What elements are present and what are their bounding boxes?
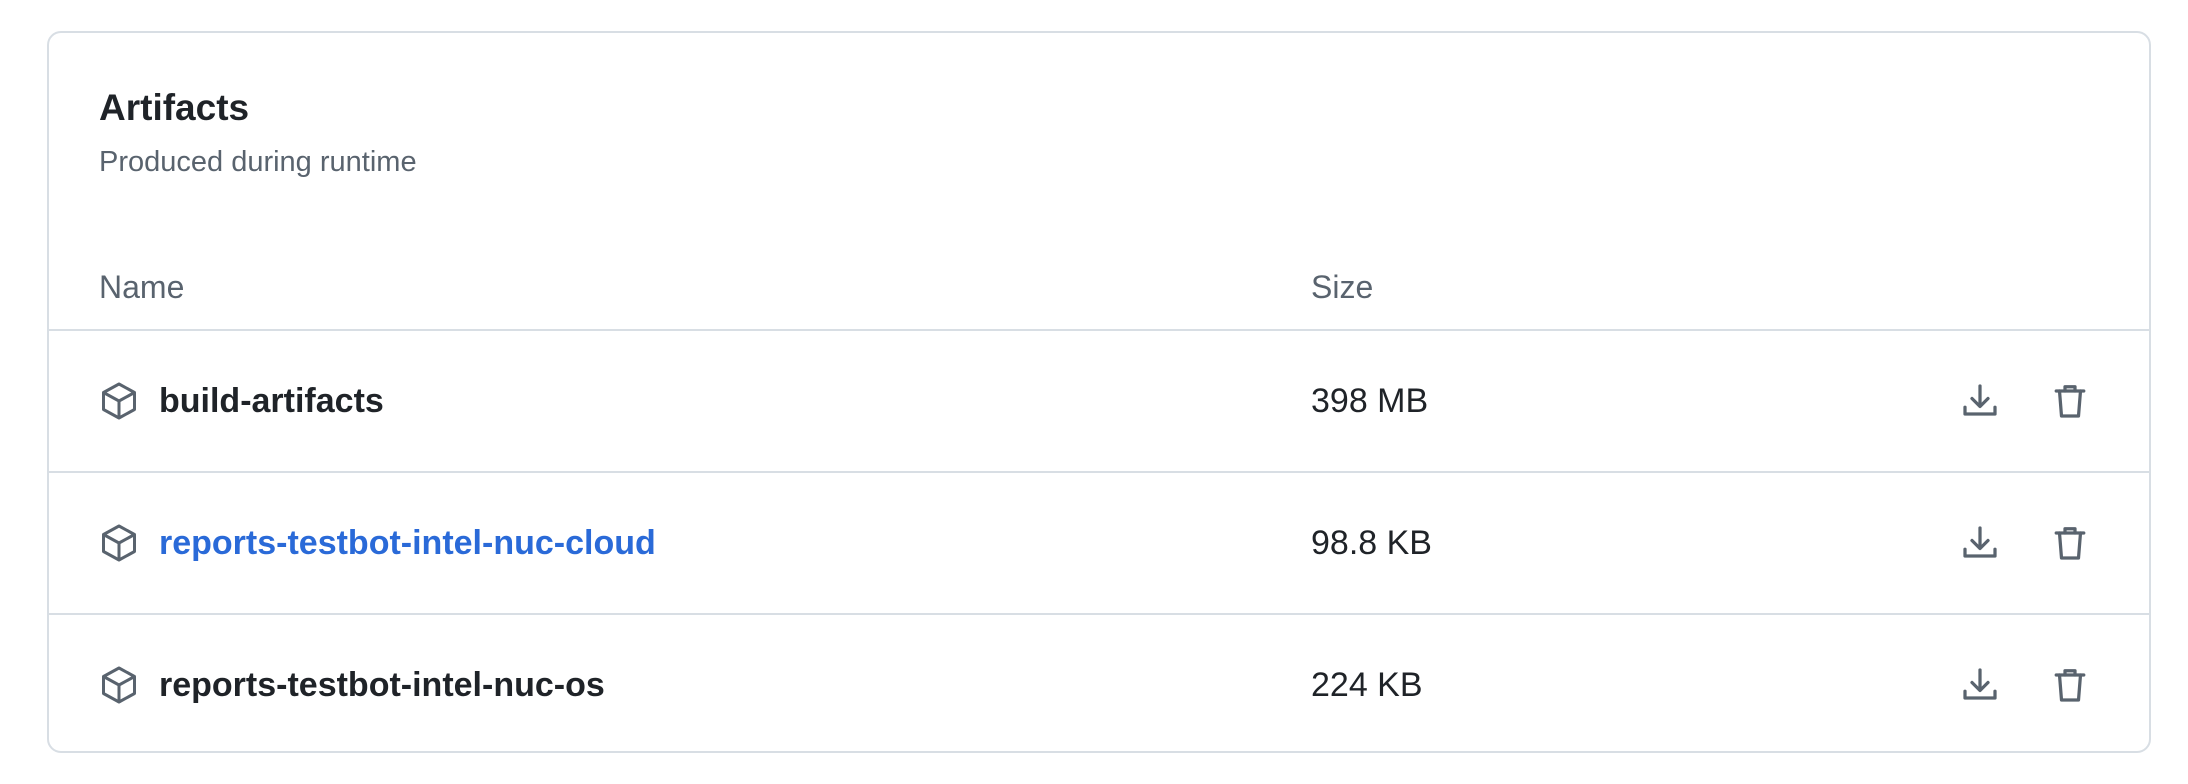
column-header-name: Name: [99, 269, 185, 305]
package-icon: [99, 665, 139, 705]
artifact-name-link[interactable]: reports-testbot-intel-nuc-cloud: [159, 523, 656, 563]
download-icon[interactable]: [1957, 662, 2003, 708]
package-icon: [99, 381, 139, 421]
panel-title: Artifacts: [99, 87, 250, 128]
download-icon[interactable]: [1957, 378, 2003, 424]
package-icon: [99, 523, 139, 563]
table-header: Name Size: [49, 257, 2149, 317]
panel-subtitle: Produced during runtime: [99, 146, 417, 178]
artifact-list: build-artifacts 398 MB reports-testbot-i…: [49, 329, 2149, 751]
artifact-name: build-artifacts: [159, 382, 384, 420]
panel-header: Artifacts Produced during runtime: [99, 89, 417, 177]
artifact-row: reports-testbot-intel-nuc-cloud 98.8 KB: [49, 471, 2149, 613]
artifacts-panel: Artifacts Produced during runtime Name S…: [47, 31, 2151, 753]
artifact-size: 398 MB: [1311, 382, 1429, 420]
artifact-row: build-artifacts 398 MB: [49, 329, 2149, 471]
download-icon[interactable]: [1957, 520, 2003, 566]
trash-icon[interactable]: [2047, 662, 2093, 708]
artifact-name: reports-testbot-intel-nuc-os: [159, 666, 605, 704]
artifact-size: 224 KB: [1311, 666, 1423, 704]
trash-icon[interactable]: [2047, 520, 2093, 566]
artifact-size: 98.8 KB: [1311, 524, 1432, 562]
trash-icon[interactable]: [2047, 378, 2093, 424]
artifact-row: reports-testbot-intel-nuc-os 224 KB: [49, 613, 2149, 751]
column-header-size: Size: [1311, 269, 1374, 305]
